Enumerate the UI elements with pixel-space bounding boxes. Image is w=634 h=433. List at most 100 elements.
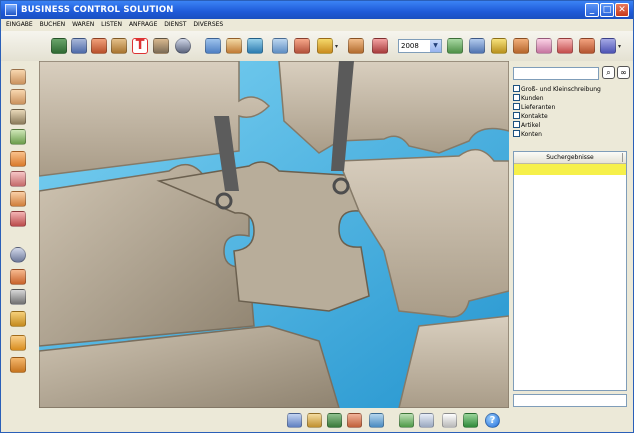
calendar-icon[interactable] (272, 38, 288, 54)
menu-bar: EINGABE BUCHEN WAREN LISTEN ANFRAGE DIEN… (1, 19, 633, 30)
users-green-icon[interactable] (447, 38, 463, 54)
checkbox[interactable] (513, 85, 520, 92)
option-case-sensitive[interactable]: Groß- und Kleinschreibung (513, 85, 601, 94)
checkbox[interactable] (513, 103, 520, 110)
selected-result-row[interactable] (514, 164, 626, 175)
puzzle-picture (39, 61, 509, 408)
gear-icon[interactable] (175, 38, 191, 54)
text-icon[interactable]: T (132, 38, 148, 54)
search-icon[interactable]: ⌕ (602, 66, 615, 79)
person-red-icon[interactable] (10, 269, 26, 285)
option-label: Groß- und Kleinschreibung (521, 86, 601, 93)
checkbox[interactable] (513, 94, 520, 101)
image-icon[interactable] (369, 413, 384, 428)
hand-note-icon[interactable] (10, 69, 26, 85)
report-icon[interactable] (372, 38, 388, 54)
hand-note-icon[interactable] (10, 129, 26, 145)
hand-note-icon[interactable] (10, 211, 26, 227)
minimize-button[interactable]: _ (585, 3, 599, 17)
menu-buchen[interactable]: BUCHEN (40, 21, 66, 28)
toolbar: T ▾ 2008 ▼ ▾ (1, 31, 633, 62)
left-toolbar (1, 61, 39, 419)
label-icon[interactable] (536, 38, 552, 54)
binoculars-icon[interactable]: ∞ (617, 66, 630, 79)
option-kontakte[interactable]: Kontakte (513, 112, 548, 121)
ledger-icon[interactable] (327, 413, 342, 428)
hand-note-icon[interactable] (10, 151, 26, 167)
menu-diverses[interactable]: DIVERSES (193, 21, 223, 28)
option-artikel[interactable]: Artikel (513, 121, 540, 130)
window-title: BUSINESS CONTROL SOLUTION (21, 5, 174, 15)
contacts-icon[interactable] (153, 38, 169, 54)
hand-note-icon[interactable] (10, 191, 26, 207)
settings-window-icon[interactable] (442, 413, 457, 428)
menu-waren[interactable]: WAREN (72, 21, 94, 28)
invoice-icon[interactable] (10, 311, 26, 327)
book-icon[interactable] (51, 38, 67, 54)
results-column-header[interactable]: Suchergebnisse (514, 152, 626, 164)
puzzle-background-image (39, 61, 509, 408)
employee-icon[interactable] (579, 38, 595, 54)
bottom-toolbar: ? (1, 408, 633, 432)
checkbox[interactable] (513, 121, 520, 128)
exit-door-icon[interactable] (463, 413, 478, 428)
customer-icon[interactable] (91, 38, 107, 54)
option-label: Kunden (521, 95, 544, 102)
document-icon[interactable] (10, 335, 26, 351)
menu-eingabe[interactable]: EINGABE (6, 21, 33, 28)
option-label: Konten (521, 131, 542, 138)
menu-dienst[interactable]: DIENST (164, 21, 186, 28)
shipping-icon[interactable] (226, 38, 242, 54)
menu-listen[interactable]: LISTEN (101, 21, 122, 28)
open-book-icon[interactable] (307, 413, 322, 428)
option-label: Kontakte (521, 113, 548, 120)
table-icon[interactable] (557, 38, 573, 54)
app-icon (5, 4, 17, 16)
users-yellow-icon[interactable] (491, 38, 507, 54)
tools-icon[interactable] (205, 38, 221, 54)
year-select[interactable]: 2008 ▼ (398, 39, 442, 53)
person-gray-icon[interactable] (10, 289, 26, 305)
supplier-icon[interactable] (111, 38, 127, 54)
status-input[interactable] (513, 394, 627, 407)
option-label: Lieferanten (521, 104, 556, 111)
globe-icon[interactable] (247, 38, 263, 54)
option-kunden[interactable]: Kunden (513, 94, 544, 103)
option-label: Artikel (521, 122, 541, 129)
notebook-icon[interactable] (287, 413, 302, 428)
group-icon[interactable] (600, 38, 616, 54)
checkbox[interactable] (513, 130, 520, 137)
calculator-icon[interactable] (399, 413, 414, 428)
title-bar[interactable]: BUSINESS CONTROL SOLUTION _ □ ✕ (1, 1, 633, 19)
year-value: 2008 (401, 42, 419, 50)
folder-dropdown-arrow[interactable]: ▾ (335, 43, 338, 50)
page-icon[interactable] (419, 413, 434, 428)
app-window: BUSINESS CONTROL SOLUTION _ □ ✕ EINGABE … (0, 0, 634, 433)
chevron-down-icon[interactable]: ▼ (430, 40, 441, 52)
users-blue-icon[interactable] (469, 38, 485, 54)
column-separator[interactable] (622, 153, 623, 162)
hand-note-icon[interactable] (10, 89, 26, 105)
search-panel: ⌕ ∞ Groß- und Kleinschreibung Kunden Lie… (509, 61, 633, 411)
help-icon[interactable]: ? (485, 413, 500, 428)
folder-icon[interactable] (317, 38, 333, 54)
maximize-button[interactable]: □ (600, 3, 614, 17)
hand-note-icon[interactable] (10, 109, 26, 125)
person-icon[interactable] (71, 38, 87, 54)
checkbox[interactable] (513, 112, 520, 119)
hand-note-icon[interactable] (10, 171, 26, 187)
package-icon[interactable] (294, 38, 310, 54)
search-input[interactable] (513, 67, 599, 80)
menu-anfrage[interactable]: ANFRAGE (129, 21, 157, 28)
option-konten[interactable]: Konten (513, 130, 542, 139)
group-dropdown-arrow[interactable]: ▾ (618, 43, 621, 50)
gear-icon[interactable] (10, 247, 26, 263)
results-header-label: Suchergebnisse (546, 154, 594, 161)
option-lieferanten[interactable]: Lieferanten (513, 103, 555, 112)
search-results-list[interactable]: Suchergebnisse (513, 151, 627, 391)
close-button[interactable]: ✕ (615, 3, 629, 17)
help-document-icon[interactable] (10, 357, 26, 373)
users-orange-icon[interactable] (513, 38, 529, 54)
edit-document-icon[interactable] (347, 413, 362, 428)
user-edit-icon[interactable] (348, 38, 364, 54)
